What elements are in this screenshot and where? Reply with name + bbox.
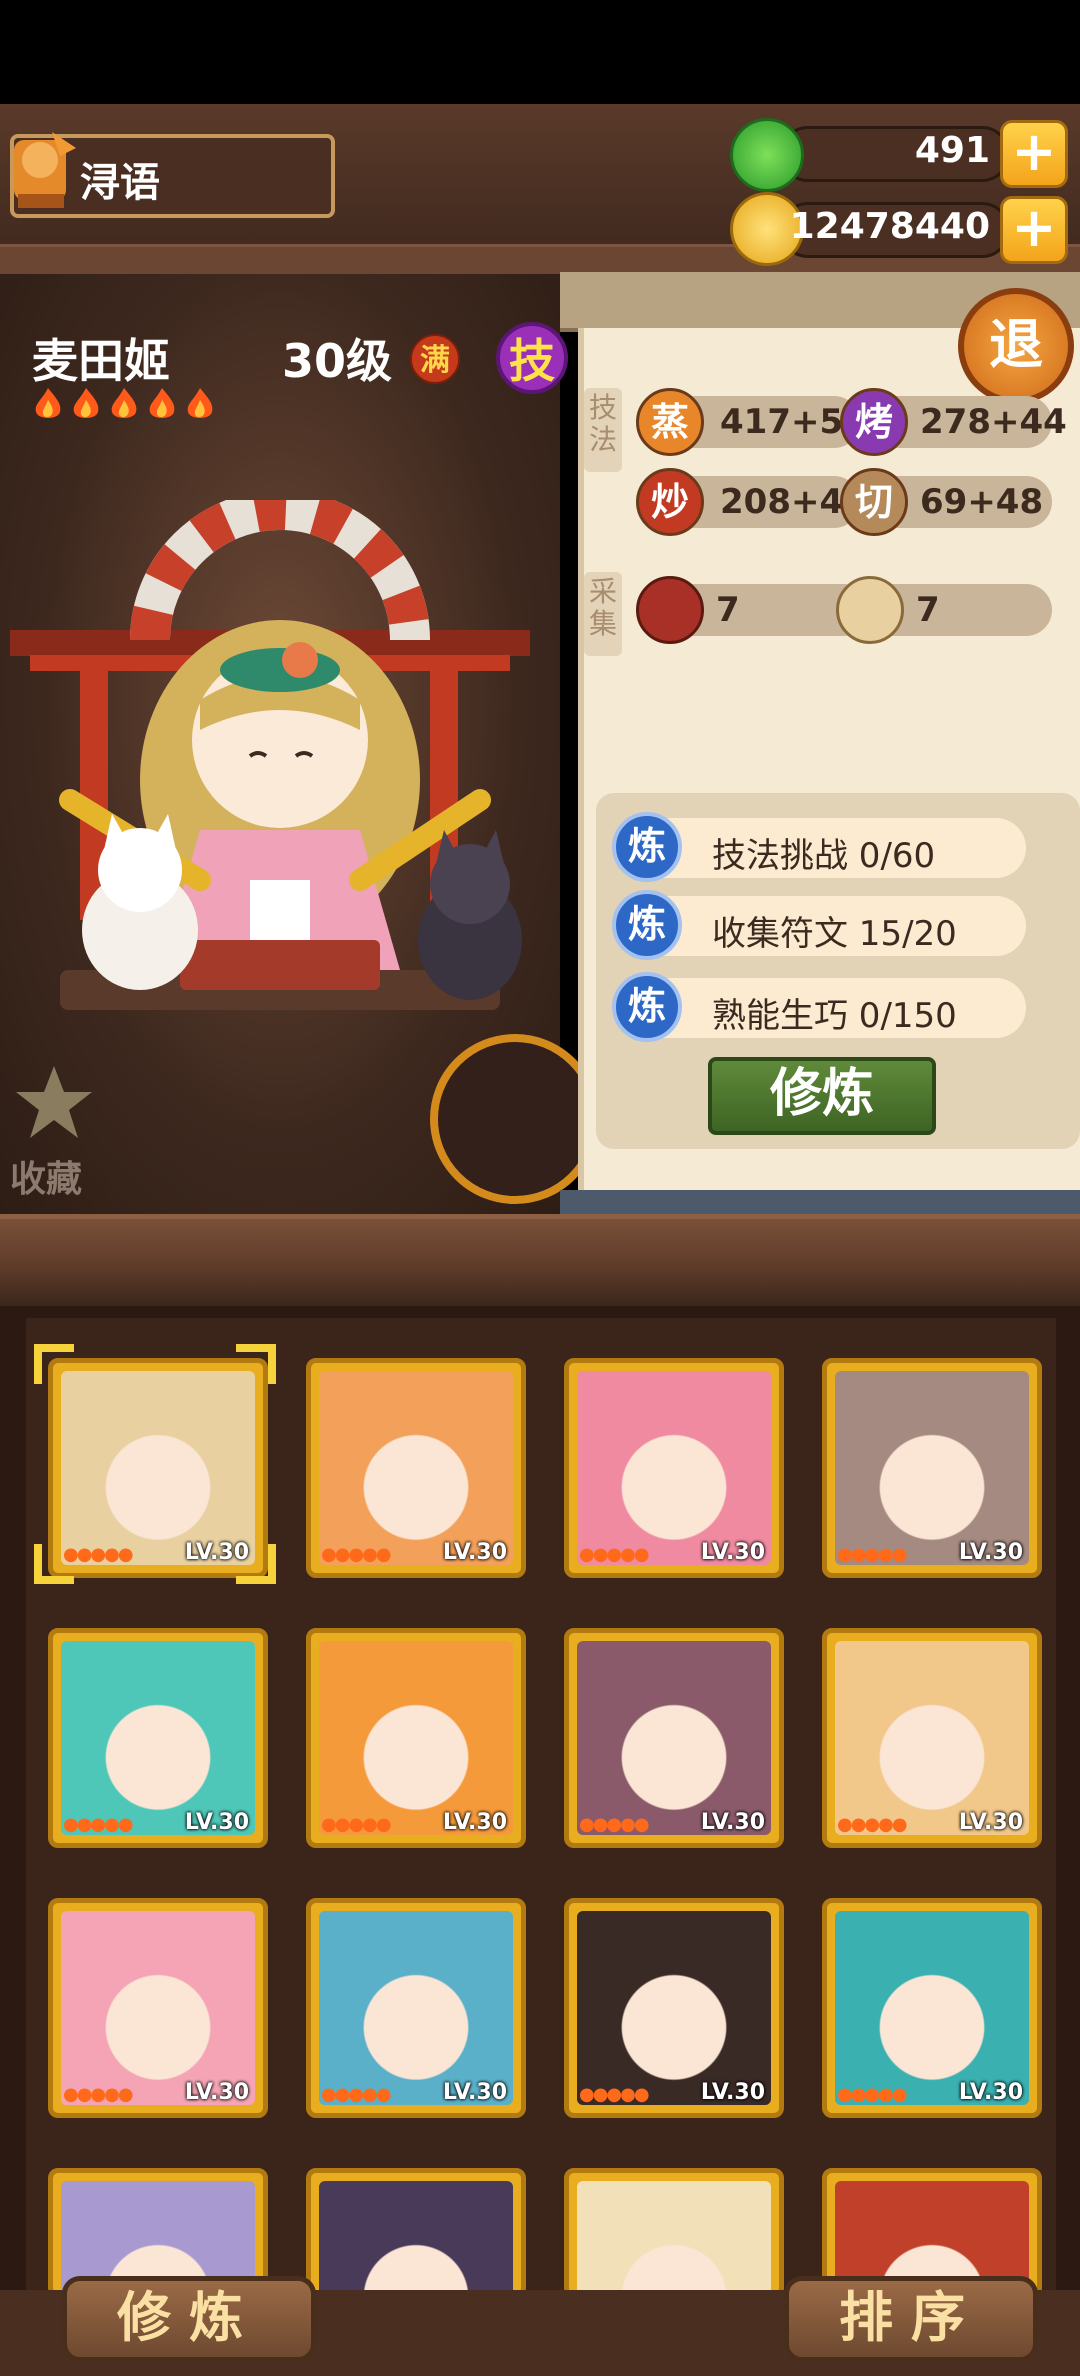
hero-card[interactable]: ●●●●● LV.30: [48, 1628, 268, 1848]
star-flames-icon: ●●●●●: [321, 2084, 392, 2105]
star-flames-icon: ●●●●●: [579, 2084, 650, 2105]
sort-button[interactable]: 排序: [784, 2276, 1038, 2362]
star-flames-icon: ●●●●●: [837, 1544, 908, 1565]
hero-name: 麦田姬: [32, 334, 170, 388]
wood-divider: [0, 1214, 1080, 1306]
gather-section-label: 采集: [584, 572, 622, 656]
hero-card-level: LV.30: [442, 1810, 507, 1835]
hero-portrait: [835, 1371, 1029, 1565]
add-jade-button[interactable]: +: [1000, 120, 1068, 188]
hero-portrait: [319, 1371, 513, 1565]
hero-card-level: LV.30: [442, 2080, 507, 2105]
scroll-roller-bottom: [560, 1190, 1080, 1214]
hero-card[interactable]: ●●●●● LV.30: [306, 1358, 526, 1578]
selection-corner: [34, 1344, 74, 1384]
hero-portrait: [835, 1911, 1029, 2105]
player-avatar-icon[interactable]: [4, 126, 82, 216]
hero-card-level: LV.30: [184, 2080, 249, 2105]
hero-card-level: LV.30: [700, 2080, 765, 2105]
steam-icon: 蒸: [636, 388, 704, 456]
hero-card-level: LV.30: [958, 2080, 1023, 2105]
flame-icon: [111, 388, 137, 418]
refine-icon: 炼: [612, 890, 682, 960]
skill-button[interactable]: 技: [496, 322, 568, 394]
selection-corner: [236, 1344, 276, 1384]
hero-illustration: [10, 500, 530, 1010]
hero-portrait: [835, 1641, 1029, 1835]
refine-icon: 炼: [612, 972, 682, 1042]
hero-portrait: [577, 1641, 771, 1835]
status-bar: [0, 0, 1080, 104]
hero-card[interactable]: ●●●●● LV.30: [564, 1898, 784, 2118]
flame-icon: [187, 388, 213, 418]
star-flames-icon: ●●●●●: [63, 1814, 134, 1835]
hero-portrait: [319, 1911, 513, 2105]
cut-value: 69+48: [920, 482, 1044, 522]
player-name: 浔语: [80, 160, 160, 206]
add-coin-button[interactable]: +: [1000, 196, 1068, 264]
flame-icon: [73, 388, 99, 418]
hero-card[interactable]: ●●●●● LV.30: [564, 1358, 784, 1578]
star-flames-icon: ●●●●●: [321, 1544, 392, 1565]
flour-icon: [836, 576, 904, 644]
hero-card[interactable]: ●●●●● LV.30: [306, 1898, 526, 2118]
selection-corner: [236, 1544, 276, 1584]
hero-card[interactable]: ●●●●● LV.30: [48, 1898, 268, 2118]
hero-portrait: [319, 2181, 513, 2293]
hero-card[interactable]: ●●●●● LV.30: [48, 1358, 268, 1578]
hero-portrait: [61, 1371, 255, 1565]
skill-section-label: 技法: [584, 388, 622, 472]
fry-icon: 炒: [636, 468, 704, 536]
flame-icon: [35, 388, 61, 418]
star-icon[interactable]: [14, 1062, 94, 1142]
task-text: 收集符文 15/20: [712, 914, 957, 954]
refine-icon: 炼: [612, 812, 682, 882]
cut-icon: 切: [840, 468, 908, 536]
hero-card[interactable]: ●●●●● LV.30: [306, 1628, 526, 1848]
hero-card[interactable]: ●●●●● LV.30: [564, 1628, 784, 1848]
roast-icon: 烤: [840, 388, 908, 456]
star-flames-icon: ●●●●●: [63, 2084, 134, 2105]
train-tab-button[interactable]: 修炼: [62, 2276, 316, 2362]
star-flames-icon: ●●●●●: [321, 1814, 392, 1835]
hero-card-level: LV.30: [958, 1540, 1023, 1565]
roast-value: 278+44: [920, 402, 1067, 442]
favorite-label[interactable]: 收藏: [10, 1150, 82, 1202]
hero-portrait: [61, 1911, 255, 2105]
selection-corner: [34, 1544, 74, 1584]
hero-level: 30级: [282, 334, 393, 388]
hero-card[interactable]: [306, 2168, 526, 2298]
star-flames-icon: ●●●●●: [837, 1814, 908, 1835]
hero-portrait: [61, 1641, 255, 1835]
hero-portrait: [319, 1641, 513, 1835]
max-level-badge: 满: [410, 334, 460, 384]
jade-amount: 491: [914, 130, 990, 171]
hero-card[interactable]: ●●●●● LV.30: [822, 1898, 1042, 2118]
hero-portrait: [577, 2181, 771, 2293]
hero-card[interactable]: ●●●●● LV.30: [822, 1358, 1042, 1578]
gather-meat-value: 7: [716, 590, 740, 630]
hero-portrait: [577, 1911, 771, 2105]
train-button[interactable]: 修炼: [708, 1057, 936, 1135]
exit-button[interactable]: 退: [958, 288, 1074, 404]
hero-card-level: LV.30: [442, 1540, 507, 1565]
hero-portrait: [577, 1371, 771, 1565]
hero-card-level: LV.30: [700, 1540, 765, 1565]
hero-card[interactable]: ●●●●● LV.30: [822, 1628, 1042, 1848]
hero-card[interactable]: [564, 2168, 784, 2298]
task-text: 技法挑战 0/60: [712, 836, 936, 876]
coin-amount: 12478440: [789, 206, 990, 247]
star-flames-icon: ●●●●●: [579, 1814, 650, 1835]
task-text: 熟能生巧 0/150: [712, 996, 957, 1036]
star-flames-icon: ●●●●●: [579, 1544, 650, 1565]
round-action-button[interactable]: [430, 1034, 600, 1204]
star-flames-icon: ●●●●●: [837, 2084, 908, 2105]
hero-card-level: LV.30: [958, 1810, 1023, 1835]
hero-card-level: LV.30: [700, 1810, 765, 1835]
gather-flour-value: 7: [916, 590, 940, 630]
hero-card-level: LV.30: [184, 1810, 249, 1835]
meat-icon: [636, 576, 704, 644]
flame-icon: [149, 388, 175, 418]
